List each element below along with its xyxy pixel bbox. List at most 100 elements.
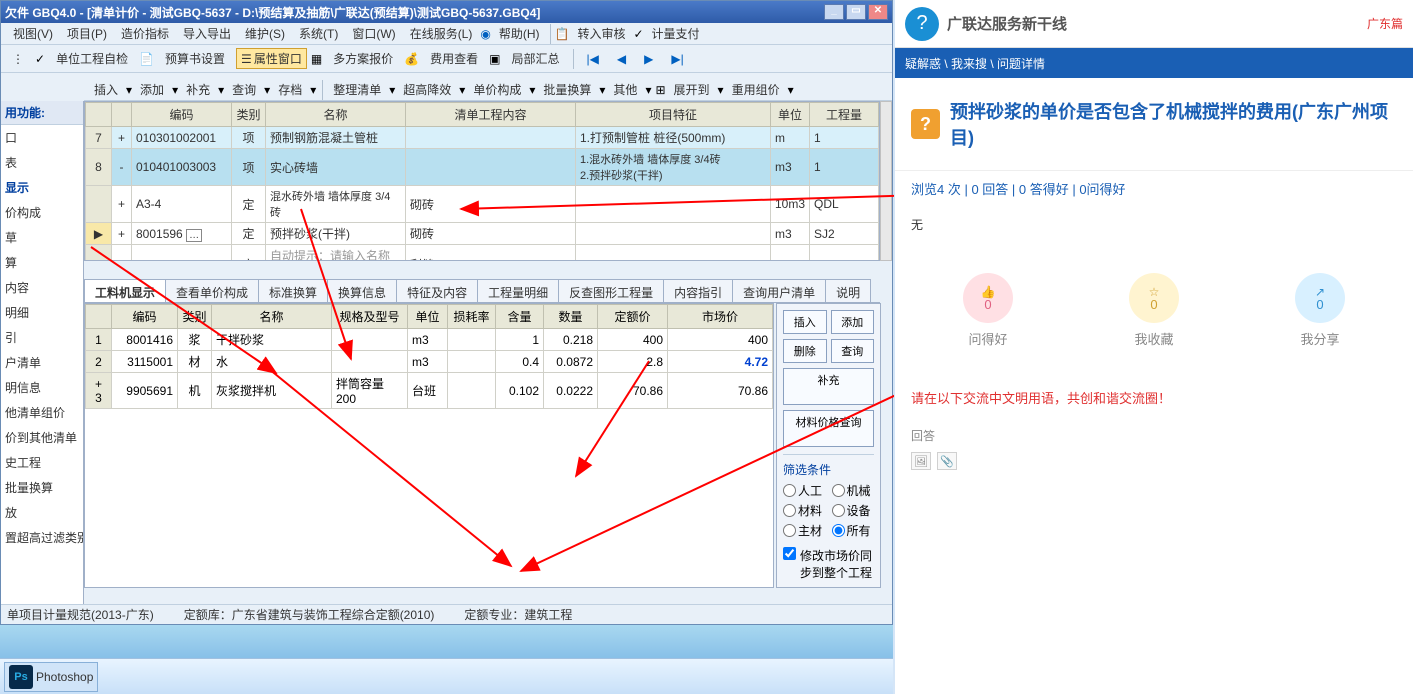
lp-item[interactable]: 算 xyxy=(1,250,83,275)
tab-std[interactable]: 标准换算 xyxy=(258,279,328,302)
lp-item[interactable]: 批量换算 xyxy=(1,475,83,500)
nav-next[interactable]: ▶ xyxy=(637,49,660,69)
lp-item[interactable]: 置超高过滤类别 xyxy=(1,525,83,550)
menu-audit[interactable]: 转入审核 xyxy=(571,23,631,44)
act-reuse[interactable]: 重用组价 xyxy=(728,80,784,99)
lp-item[interactable]: 显示 xyxy=(1,175,83,200)
grid-top[interactable]: 编码 类别 名称 清单工程内容 项目特征 单位 工程量 7+ 010301002… xyxy=(84,101,880,261)
tool-fee[interactable]: 费用查看 xyxy=(423,47,485,70)
tab-feat[interactable]: 特征及内容 xyxy=(396,279,478,302)
radio-machine[interactable]: 机械 xyxy=(832,482,875,499)
tab-price[interactable]: 查看单价构成 xyxy=(165,279,259,302)
taskbar-photoshop[interactable]: Ps Photoshop xyxy=(4,662,98,692)
grid-bot-header: 编码 类别 名称 规格及型号 单位 损耗率 含量 数量 定额价 市场价 xyxy=(86,305,773,329)
tool-selfcheck[interactable]: 单位工程自检 xyxy=(49,47,135,70)
table-row[interactable]: 8- 010401003003项 实心砖墙 1.混水砖外墙 墙体厚度 3/4砖 … xyxy=(86,149,879,186)
menu-system[interactable]: 系统(T) xyxy=(293,23,344,44)
radio-main[interactable]: 主材 xyxy=(783,522,826,539)
lp-item[interactable]: 他清单组价 xyxy=(1,400,83,425)
act-sort[interactable]: 整理清单 xyxy=(329,80,385,99)
web-nav: 疑解惑 \ 我来搜 \ 问题详情 xyxy=(895,48,1413,78)
lp-item[interactable]: 放 xyxy=(1,500,83,525)
lp-item[interactable]: 引 xyxy=(1,325,83,350)
btn-insert[interactable]: 插入 xyxy=(783,310,827,334)
tool-props[interactable]: ☰属性窗口 xyxy=(236,48,307,69)
tab-conv[interactable]: 换算信息 xyxy=(327,279,397,302)
table-row[interactable]: 7+ 010301002001项 预制钢筋混凝土管桩 1.打预制管桩 桩径(50… xyxy=(86,127,879,149)
lp-item[interactable]: 史工程 xyxy=(1,450,83,475)
radio-equip[interactable]: 设备 xyxy=(832,502,875,519)
nav-last[interactable]: ▶| xyxy=(664,49,690,69)
act-add[interactable]: 添加 xyxy=(136,80,168,99)
menu-window[interactable]: 窗口(W) xyxy=(346,23,401,44)
tool-ellipsis[interactable]: ⋮ xyxy=(5,49,31,69)
tab-guide[interactable]: 内容指引 xyxy=(663,279,733,302)
chk-sync[interactable] xyxy=(783,547,796,560)
act-save[interactable]: 存档 xyxy=(274,80,306,99)
expand-icon[interactable]: + xyxy=(95,377,102,391)
lp-item[interactable]: 户清单 xyxy=(1,350,83,375)
menu-project[interactable]: 项目(P) xyxy=(61,23,113,44)
btn-delete[interactable]: 删除 xyxy=(783,339,827,363)
scrollbar-v[interactable] xyxy=(880,101,892,261)
menu-view[interactable]: 视图(V) xyxy=(7,23,59,44)
tool-sum[interactable]: 局部汇总 xyxy=(505,47,567,70)
btn-query[interactable]: 查询 xyxy=(831,339,875,363)
menu-maintain[interactable]: 维护(S) xyxy=(239,23,291,44)
lp-item[interactable]: 明细 xyxy=(1,300,83,325)
menu-pay[interactable]: 计量支付 xyxy=(646,23,706,44)
minimize-button[interactable]: _ xyxy=(824,4,844,20)
radio-all[interactable]: 所有 xyxy=(832,522,875,539)
lp-item[interactable]: 明信息 xyxy=(1,375,83,400)
btn-add[interactable]: 添加 xyxy=(831,310,875,334)
attach-icon[interactable]: 📎 xyxy=(937,452,957,470)
menu-io[interactable]: 导入导出 xyxy=(177,23,237,44)
act-batch[interactable]: 批量换算 xyxy=(539,80,595,99)
menu-online[interactable]: 在线服务(L) xyxy=(404,23,479,44)
act-share[interactable]: ↗0 我分享 xyxy=(1295,273,1345,348)
lp-item[interactable]: 表 xyxy=(1,150,83,175)
table-row[interactable]: ▶+ 8001596 … 定 预拌砂浆(干拌)砌砖 m3SJ2 xyxy=(86,223,879,245)
tab-rev[interactable]: 反查图形工程量 xyxy=(558,279,664,302)
lp-item[interactable]: 草 xyxy=(1,225,83,250)
table-row[interactable]: 1 8001416浆 干拌砂浆 m3 10.218 400400 xyxy=(86,329,773,351)
table-row[interactable]: 2 3115001材 水 m3 0.40.0872 2.84.72 xyxy=(86,351,773,373)
tab-desc[interactable]: 说明 xyxy=(825,279,871,302)
nav-prev[interactable]: ◀ xyxy=(610,49,633,69)
btn-price-query[interactable]: 材料价格查询 xyxy=(783,410,874,447)
lp-item[interactable]: 价构成 xyxy=(1,200,83,225)
radio-material[interactable]: 材料 xyxy=(783,502,826,519)
act-high[interactable]: 超高降效 xyxy=(399,80,455,99)
lp-item[interactable]: 价到其他清单 xyxy=(1,425,83,450)
notice-text: 请在以下交流中文明用语，共创和谐交流圈！ xyxy=(895,378,1413,417)
tool-budget[interactable]: 预算书设置 xyxy=(158,47,232,70)
lp-item[interactable]: 口 xyxy=(1,125,83,150)
tool-multi[interactable]: 多方案报价 xyxy=(326,47,400,70)
act-good-q[interactable]: 👍0 问得好 xyxy=(963,273,1013,348)
table-row[interactable]: + A3-4定 混水砖外墙 墙体厚度 3/4砖砌砖 10m3QDL xyxy=(86,186,879,223)
tab-user[interactable]: 查询用户清单 xyxy=(732,279,826,302)
tab-glj[interactable]: 工料机显示 xyxy=(84,279,166,302)
close-button[interactable]: ✕ xyxy=(868,4,888,20)
table-row[interactable]: + 3 9905691机 灰浆搅拌机拌筒容量200 台班 0.1020.0222… xyxy=(86,373,773,409)
act-supply[interactable]: 补充 xyxy=(182,80,214,99)
grid-bottom[interactable]: 编码 类别 名称 规格及型号 单位 损耗率 含量 数量 定额价 市场价 1 80… xyxy=(84,303,774,588)
tab-qty[interactable]: 工程量明细 xyxy=(477,279,559,302)
menu-index[interactable]: 造价指标 xyxy=(115,23,175,44)
act-fav[interactable]: ☆0 我收藏 xyxy=(1129,273,1179,348)
radio-labor[interactable]: 人工 xyxy=(783,482,826,499)
act-other[interactable]: 其他 xyxy=(609,80,641,99)
nav-first[interactable]: |◀ xyxy=(580,49,606,69)
act-insert[interactable]: 插入 xyxy=(90,80,122,99)
act-query[interactable]: 查询 xyxy=(228,80,260,99)
image-icon[interactable]: 🖼 xyxy=(911,452,931,470)
act-price[interactable]: 单价构成 xyxy=(469,80,525,99)
region-link[interactable]: 广东篇 xyxy=(1367,15,1403,32)
menu-help[interactable]: 帮助(H) xyxy=(493,23,546,44)
btn-supply[interactable]: 补充 xyxy=(783,368,874,405)
breadcrumb[interactable]: 疑解惑 \ 我来搜 \ 问题详情 xyxy=(905,55,1045,72)
lp-item[interactable]: 内容 xyxy=(1,275,83,300)
maximize-button[interactable]: ▭ xyxy=(846,4,866,20)
act-expand[interactable]: 展开到 xyxy=(670,80,714,99)
table-row[interactable]: 定 自动提示：请输入名称简称 刮缝 xyxy=(86,245,879,262)
